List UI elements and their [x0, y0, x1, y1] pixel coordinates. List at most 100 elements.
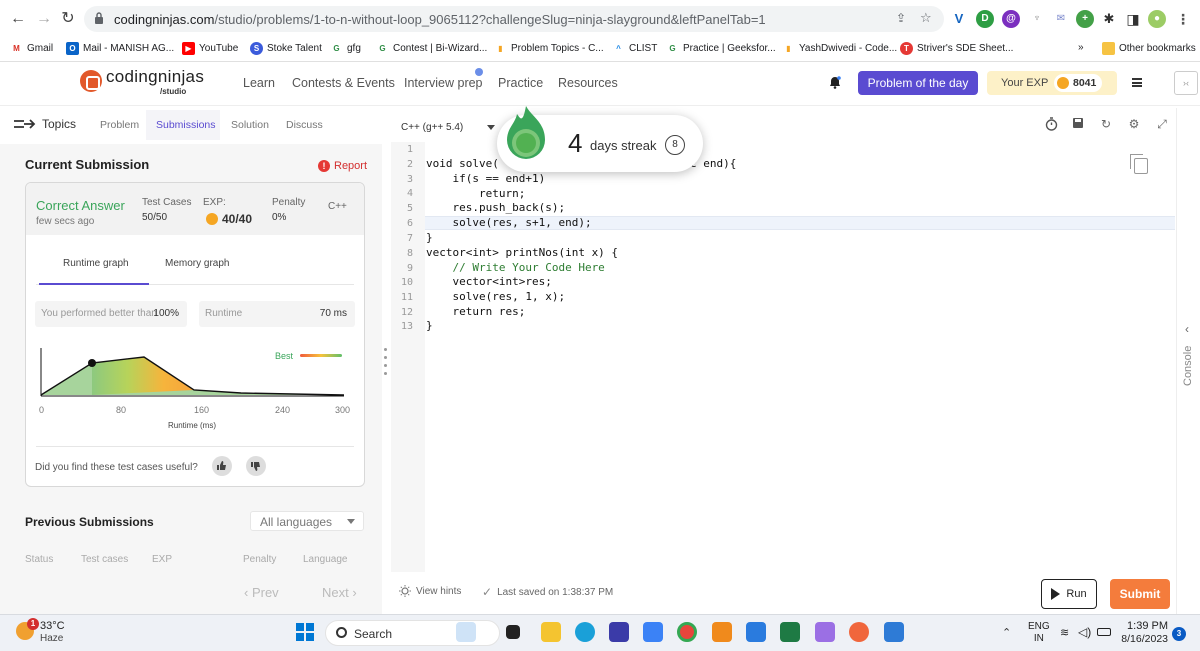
topics-arrow-icon — [14, 119, 36, 129]
thumbs-up-icon[interactable] — [212, 456, 232, 476]
file-explorer-icon[interactable] — [541, 622, 561, 642]
bookmark-mail[interactable]: O Mail - MANISH AG... — [66, 42, 174, 55]
weather-condition[interactable]: Haze — [40, 633, 63, 644]
tab-solution[interactable]: Solution — [231, 119, 269, 131]
extension-rocket-icon[interactable]: ♆ — [1028, 10, 1046, 28]
panel-resize-handle[interactable] — [384, 364, 387, 367]
bookmark-problem-topics[interactable]: ▮ Problem Topics - C... — [494, 42, 604, 55]
nav-interview-prep[interactable]: Interview prep — [404, 76, 483, 90]
reset-icon[interactable]: ↻ — [1099, 117, 1113, 131]
battery-icon[interactable] — [1097, 628, 1111, 636]
widgets-app-icon[interactable] — [456, 622, 476, 642]
input-language[interactable]: ENG IN — [1028, 621, 1050, 645]
test-cases-value: 50/50 — [142, 212, 168, 223]
fullscreen-icon[interactable]: ⤢ — [1155, 117, 1169, 131]
temperature[interactable]: 33°C — [40, 620, 65, 632]
back-arrow-icon[interactable]: ← — [8, 9, 28, 29]
tab-problem[interactable]: Problem — [100, 119, 139, 131]
browser-menu-icon[interactable]: ⋮ — [1174, 10, 1192, 28]
settings-gear-icon[interactable]: ⚙ — [1127, 117, 1141, 131]
address-bar[interactable]: codingninjas.com/studio/problems/1-to-n-… — [84, 6, 944, 32]
nav-practice[interactable]: Practice — [498, 76, 543, 90]
prev-page-button[interactable]: ‹ Prev — [244, 585, 279, 600]
share-icon[interactable]: ⇪ — [896, 11, 906, 25]
bookmarks-overflow[interactable]: » — [1078, 42, 1084, 53]
nav-learn[interactable]: Learn — [243, 76, 275, 90]
tab-memory-graph[interactable]: Memory graph — [165, 258, 229, 269]
nav-contests[interactable]: Contests & Events — [292, 76, 395, 90]
problem-of-the-day-button[interactable]: Problem of the day — [858, 71, 978, 95]
gfg-icon: G — [666, 42, 679, 55]
clock-date[interactable]: 8/16/2023 — [1115, 633, 1168, 645]
submit-button[interactable]: Submit — [1110, 579, 1170, 609]
run-button[interactable]: Run — [1041, 579, 1097, 609]
volume-icon[interactable]: ◁) — [1078, 625, 1091, 639]
profile-avatar[interactable]: ● — [1148, 10, 1166, 28]
copy-code-icon[interactable] — [1130, 154, 1148, 174]
app-pen-icon[interactable] — [609, 622, 629, 642]
bookmark-gfg[interactable]: Ggfg — [330, 42, 361, 55]
edge-icon[interactable] — [575, 622, 595, 642]
windows-start-icon[interactable] — [296, 623, 314, 641]
bookmark-stoke[interactable]: S Stoke Talent — [250, 42, 322, 55]
panel-resize-handle[interactable] — [384, 356, 387, 359]
view-hints-button[interactable]: View hints — [399, 585, 461, 597]
chevron-up-icon[interactable]: ⌃ — [1002, 626, 1011, 639]
bookmark-contest[interactable]: G Contest | Bi-Wizard... — [376, 42, 487, 55]
wifi-icon[interactable]: ≋ — [1060, 626, 1069, 639]
app-orange-icon[interactable] — [849, 622, 869, 642]
side-panel-icon[interactable]: ◨ — [1124, 10, 1142, 28]
tab-discuss[interactable]: Discuss — [286, 119, 323, 131]
bell-icon[interactable] — [829, 76, 841, 89]
hamburger-menu-icon[interactable] — [1132, 78, 1142, 87]
bookmarks-bar: M Gmail O Mail - MANISH AG... ▶ YouTube S St… — [0, 38, 1200, 62]
expand-sidebar-icon[interactable]: ›‹ — [1174, 71, 1198, 95]
save-icon[interactable] — [1071, 117, 1085, 131]
extension-v-icon[interactable]: V — [950, 10, 968, 28]
chrome-icon[interactable] — [677, 622, 697, 642]
clock-time[interactable]: 1:39 PM — [1124, 620, 1168, 632]
chevron-left-icon[interactable]: ‹ — [1185, 322, 1189, 336]
thumbs-down-icon[interactable] — [246, 456, 266, 476]
other-bookmarks[interactable]: Other bookmarks — [1102, 42, 1196, 55]
excel-icon[interactable] — [780, 622, 800, 642]
console-label[interactable]: Console — [1182, 346, 1194, 386]
next-page-button[interactable]: Next › — [322, 585, 357, 600]
report-button[interactable]: ! Report — [318, 160, 367, 172]
exp-box[interactable]: Your EXP 8041 — [987, 71, 1117, 95]
tab-submissions[interactable]: Submissions — [156, 119, 216, 131]
task-view-icon[interactable] — [506, 625, 520, 639]
graph-area-highlight — [92, 357, 194, 395]
editor-language-select[interactable]: C++ (g++ 5.4) — [391, 118, 499, 138]
vlc-icon[interactable] — [712, 622, 732, 642]
language-filter-select[interactable]: All languages — [250, 511, 364, 531]
gfg-icon: G — [330, 42, 343, 55]
app-diamond-icon[interactable] — [815, 622, 835, 642]
topics-toggle[interactable]: Topics — [14, 117, 76, 131]
logo-text[interactable]: codingninjas — [106, 67, 204, 87]
timer-icon[interactable] — [1044, 117, 1058, 131]
bookmark-practice[interactable]: G Practice | Geeksfor... — [666, 42, 776, 55]
notepad-icon[interactable] — [884, 622, 904, 642]
bookmark-youtube[interactable]: ▶ YouTube — [182, 42, 238, 55]
bookmark-yashdwivedi[interactable]: ▮ YashDwivedi - Code... — [782, 42, 897, 55]
codingninjas-logo-icon[interactable] — [80, 70, 102, 92]
vscode-icon[interactable] — [746, 622, 766, 642]
extensions-puzzle-icon[interactable]: ✱ — [1100, 10, 1118, 28]
notification-count[interactable]: 3 — [1172, 627, 1186, 641]
tab-runtime-graph[interactable]: Runtime graph — [63, 258, 129, 269]
panel-resize-handle[interactable] — [384, 372, 387, 375]
extension-mail-icon[interactable]: ✉ — [1052, 10, 1070, 28]
panel-resize-handle[interactable] — [384, 348, 387, 351]
extension-d-icon[interactable]: D — [976, 10, 994, 28]
nav-resources[interactable]: Resources — [558, 76, 618, 90]
extension-plus-icon[interactable]: + — [1076, 10, 1094, 28]
bookmark-striver[interactable]: T Striver's SDE Sheet... — [900, 42, 1013, 55]
bookmark-clist[interactable]: ^ CLIST — [612, 42, 657, 55]
forward-arrow-icon[interactable]: → — [34, 9, 54, 29]
bookmark-gmail[interactable]: M Gmail — [10, 42, 53, 55]
extension-purple-icon[interactable]: @ — [1002, 10, 1020, 28]
bookmark-star-icon[interactable]: ☆ — [920, 10, 932, 26]
todo-check-icon[interactable] — [643, 622, 663, 642]
reload-icon[interactable]: ↻ — [58, 9, 78, 29]
